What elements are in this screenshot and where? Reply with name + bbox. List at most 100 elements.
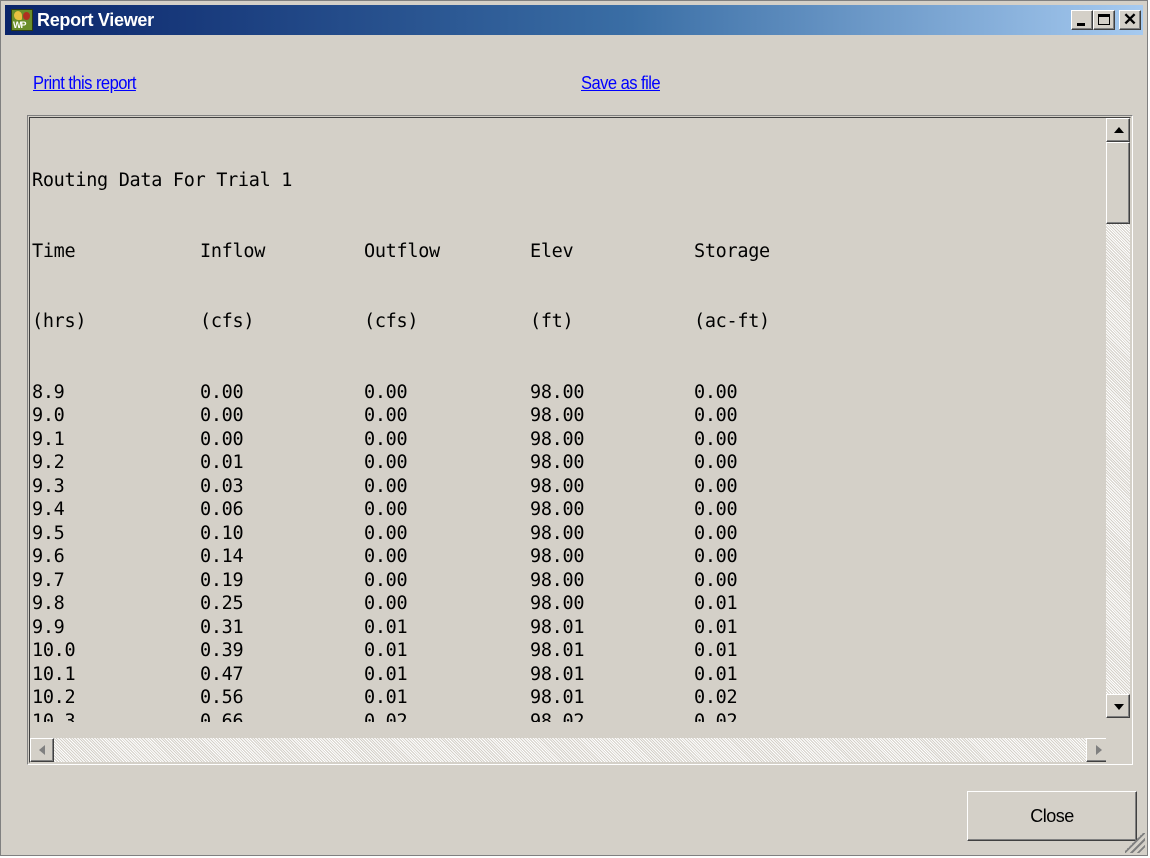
table-cell-1: 0.01	[200, 452, 244, 473]
table-row: 10.0 0.39 0.01 98.01 0.01	[32, 639, 1102, 663]
table-cell-3: 98.01	[530, 616, 585, 638]
table-row: 9.5 0.10 0.00 98.00 0.00	[32, 522, 1102, 546]
save-as-file-link[interactable]: Save as file	[581, 73, 661, 94]
table-cell-1: 0.14	[200, 546, 244, 567]
column-unit-1: (cfs)	[200, 311, 255, 332]
app-icon-leaf	[14, 11, 22, 20]
table-cell-4: 0.00	[694, 569, 738, 591]
table-cell-1: 0.56	[200, 687, 244, 708]
table-cell-3: 98.00	[530, 381, 585, 403]
table-cell-3: 98.02	[530, 710, 585, 723]
arrow-down-icon	[1114, 704, 1124, 710]
scroll-down-button[interactable]	[1106, 694, 1130, 718]
table-cell-1: 0.03	[200, 475, 244, 497]
app-icon-berry	[23, 12, 30, 20]
title-bar[interactable]: WP Report Viewer ✕	[5, 5, 1143, 35]
table-cell-3: 98.00	[530, 428, 585, 450]
table-cell-0: 10.2	[32, 687, 76, 708]
table-row: 9.2 0.01 0.00 98.00 0.00	[32, 451, 1102, 475]
table-row: 10.2 0.56 0.01 98.01 0.02	[32, 686, 1102, 710]
table-cell-4: 0.02	[694, 710, 738, 723]
table-cell-4: 0.02	[694, 687, 738, 708]
table-cell-4: 0.01	[694, 640, 738, 661]
table-cell-3: 98.01	[530, 687, 585, 708]
table-cell-3: 98.00	[530, 405, 585, 426]
table-cell-0: 9.2	[32, 452, 65, 473]
table-cell-2: 0.00	[364, 428, 408, 450]
table-cell-1: 0.00	[200, 405, 244, 426]
table-cell-1: 0.31	[200, 616, 244, 638]
report-viewer-window: WP Report Viewer ✕ Print this report Sav…	[0, 0, 1148, 856]
table-cell-0: 8.9	[32, 381, 65, 403]
table-cell-4: 0.01	[694, 663, 738, 685]
close-window-button[interactable]: ✕	[1119, 10, 1141, 30]
column-unit-0: (hrs)	[32, 311, 87, 332]
table-cell-3: 98.00	[530, 522, 585, 544]
column-unit-row: (hrs) (cfs) (cfs) (ft) (ac-ft)	[32, 310, 1102, 334]
table-cell-0: 9.5	[32, 522, 65, 544]
table-cell-1: 0.19	[200, 569, 244, 591]
resize-grip-icon[interactable]	[1125, 833, 1145, 853]
column-unit-3: (ft)	[530, 311, 574, 332]
vertical-scroll-thumb[interactable]	[1106, 142, 1130, 224]
table-cell-1: 0.66	[200, 710, 244, 723]
table-row: 9.6 0.14 0.00 98.00 0.00	[32, 545, 1102, 569]
table-row: 9.9 0.31 0.01 98.01 0.01	[32, 616, 1102, 640]
table-cell-3: 98.01	[530, 640, 585, 661]
table-row: 9.1 0.00 0.00 98.00 0.00	[32, 428, 1102, 452]
table-cell-3: 98.00	[530, 593, 585, 614]
table-cell-1: 0.25	[200, 593, 244, 614]
table-row: 9.3 0.03 0.00 98.00 0.00	[32, 475, 1102, 499]
table-cell-1: 0.47	[200, 663, 244, 685]
data-rows: 8.9 0.00 0.00 98.00 0.00 9.0 0.00 0.00 98.00 0.00…	[32, 381, 1102, 723]
scroll-left-button[interactable]	[30, 738, 54, 762]
column-name-row: Time Inflow Outflow Elev Storage	[32, 240, 1102, 264]
table-cell-1: 0.00	[200, 428, 244, 450]
print-report-link[interactable]: Print this report	[33, 73, 136, 94]
table-cell-4: 0.00	[694, 475, 738, 497]
table-cell-2: 0.00	[364, 381, 408, 403]
table-cell-1: 0.39	[200, 640, 244, 661]
arrow-up-icon	[1114, 127, 1124, 133]
table-cell-2: 0.01	[364, 687, 408, 708]
table-cell-4: 0.01	[694, 593, 738, 614]
column-unit-4: (ac-ft)	[694, 311, 770, 332]
table-cell-1: 0.10	[200, 522, 244, 544]
report-text-inner: Routing Data For Trial 1 Time Inflow Outfl…	[29, 117, 1131, 763]
app-icon[interactable]: WP	[11, 9, 33, 31]
table-cell-3: 98.00	[530, 475, 585, 497]
close-icon: ✕	[1122, 10, 1138, 29]
report-heading-text: Routing Data For Trial 1	[32, 170, 293, 191]
report-content: Routing Data For Trial 1 Time Inflow Outfl…	[32, 122, 1102, 722]
vertical-scrollbar[interactable]	[1106, 118, 1130, 718]
minimize-button[interactable]	[1071, 10, 1093, 30]
table-cell-4: 0.00	[694, 452, 738, 473]
table-row: 9.0 0.00 0.00 98.00 0.00	[32, 404, 1102, 428]
table-cell-3: 98.01	[530, 663, 585, 685]
column-name-1: Inflow	[200, 240, 266, 262]
close-button[interactable]: Close	[967, 791, 1137, 841]
table-cell-0: 9.4	[32, 499, 65, 520]
table-cell-4: 0.00	[694, 428, 738, 450]
column-name-4: Storage	[694, 240, 770, 262]
scroll-up-button[interactable]	[1106, 118, 1130, 142]
table-cell-3: 98.00	[530, 569, 585, 591]
table-cell-0: 10.1	[32, 663, 76, 685]
maximize-button[interactable]	[1093, 10, 1115, 30]
table-row: 10.1 0.47 0.01 98.01 0.01	[32, 663, 1102, 687]
report-text-area[interactable]: Routing Data For Trial 1 Time Inflow Outfl…	[27, 115, 1133, 765]
minimize-icon	[1077, 23, 1085, 26]
table-cell-3: 98.00	[530, 546, 585, 567]
scrollbar-corner	[1106, 738, 1130, 762]
table-cell-2: 0.00	[364, 522, 408, 544]
app-icon-letters: WP	[13, 20, 26, 30]
table-cell-0: 9.3	[32, 475, 65, 497]
table-cell-4: 0.00	[694, 381, 738, 403]
report-heading: Routing Data For Trial 1	[32, 169, 1102, 193]
table-row: 8.9 0.00 0.00 98.00 0.00	[32, 381, 1102, 405]
table-cell-1: 0.00	[200, 381, 244, 403]
table-cell-4: 0.00	[694, 546, 738, 567]
table-cell-0: 10.0	[32, 640, 76, 661]
horizontal-scrollbar[interactable]	[30, 738, 1110, 762]
table-cell-4: 0.00	[694, 405, 738, 426]
